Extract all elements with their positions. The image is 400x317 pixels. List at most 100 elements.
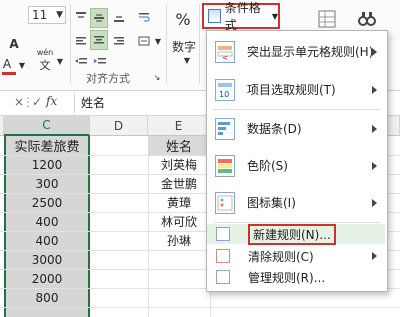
phonetic-dropdown-icon[interactable]: ▼ — [56, 56, 64, 66]
menu-item-highlight-rules[interactable]: < 突出显示单元格规则(H) — [207, 33, 385, 70]
table-cell[interactable]: 2500 — [6, 193, 88, 212]
phonetic-icon[interactable]: wén 文 — [34, 47, 56, 72]
grid-line — [0, 307, 400, 308]
font-color-dropdown-icon[interactable]: ▼ — [18, 60, 26, 70]
percent-label: % — [175, 9, 191, 29]
highlight-rules-icon: < — [215, 40, 235, 63]
number-format-button[interactable]: 数字 — [170, 38, 198, 54]
table-cell[interactable]: 刘英梅 — [148, 155, 210, 174]
align-middle-svg — [94, 14, 104, 22]
wen-char: 文 — [39, 58, 51, 72]
submenu-arrow-icon — [372, 161, 377, 170]
formula-value: 姓名 — [81, 96, 106, 110]
icon-sets-icon — [215, 191, 235, 214]
menu-item-label: 色阶(S) — [247, 159, 288, 173]
table-cell[interactable]: 400 — [6, 212, 88, 231]
align-middle-icon[interactable] — [90, 8, 108, 28]
align-center-icon[interactable] — [90, 30, 108, 50]
e-header-text: 姓名 — [165, 140, 192, 155]
cell-value: 3000 — [31, 252, 63, 267]
find-select-svg — [358, 12, 376, 26]
table-cell[interactable]: 林可欣 — [148, 212, 210, 231]
menu-item-top-bottom-rules[interactable]: 10 项目选取规则(T) — [207, 71, 385, 108]
table-cell[interactable]: 300 — [6, 174, 88, 193]
dialog-launcher-icon[interactable]: ↘ — [152, 72, 162, 82]
number-dropdown-icon[interactable]: ▼ — [182, 55, 192, 65]
merge-dropdown-icon[interactable]: ▼ — [154, 36, 162, 46]
align-bottom-icon[interactable] — [111, 8, 127, 26]
column-c-label: C — [42, 118, 51, 132]
table-cell[interactable]: 2000 — [6, 269, 88, 288]
cell-value: 400 — [35, 233, 59, 248]
find-select-icon[interactable] — [354, 6, 380, 32]
formula-input[interactable]: 姓名 — [74, 93, 211, 113]
menu-item-label: 项目选取规则(T) — [247, 83, 336, 97]
phonetic-label: wén — [36, 47, 54, 57]
highlight-rules-svg: < — [217, 45, 233, 62]
new-rule-label-box: 新建规则(N)... — [248, 223, 336, 245]
menu-item-color-scales[interactable]: 色阶(S) — [207, 147, 385, 184]
icon-sets-svg — [217, 195, 233, 210]
decrease-font-icon[interactable]: A — [0, 56, 14, 72]
column-e-label: E — [174, 118, 183, 133]
submenu-arrow-icon — [372, 124, 377, 133]
cell-value: 孙琳 — [166, 234, 191, 248]
color-scales-svg — [218, 158, 232, 173]
header-cell-e[interactable]: 姓名 — [148, 136, 210, 155]
percent-button[interactable]: % — [170, 6, 196, 32]
table-cell[interactable]: 3000 — [6, 250, 88, 269]
font-size-combo[interactable]: 11 ▼ — [28, 6, 66, 24]
font-size-value: 11 — [32, 8, 48, 22]
font-color-a: A — [2, 57, 12, 71]
ribbon-separator — [70, 4, 71, 84]
column-d-label: D — [113, 118, 124, 133]
align-group-label: 对齐方式 — [86, 72, 130, 85]
cancel-icon[interactable]: × — [14, 95, 24, 109]
indent-increase-icon[interactable] — [92, 54, 108, 70]
table-cell[interactable]: 1200 — [6, 155, 88, 174]
cell-value: 刘英梅 — [160, 158, 197, 172]
insert-cells-icon[interactable] — [314, 6, 340, 32]
table-cell[interactable]: 400 — [6, 231, 88, 250]
wrap-text-icon[interactable] — [136, 8, 152, 26]
cell-value: 金世鹏 — [160, 177, 197, 191]
menu-item-manage-rules[interactable]: 管理规则(R)... — [207, 267, 385, 287]
conditional-format-label: 条件格式 — [224, 1, 261, 32]
menu-item-data-bars[interactable]: 数据条(D) — [207, 110, 385, 147]
svg-text:10: 10 — [219, 90, 229, 99]
table-cell[interactable]: 800 — [6, 288, 88, 307]
ribbon-separator — [199, 4, 200, 84]
conditional-format-button[interactable]: 条件格式 ▼ — [202, 1, 280, 32]
svg-text:<: < — [222, 54, 228, 62]
conditional-format-icon — [208, 9, 221, 23]
menu-item-icon-sets[interactable]: 图标集(I) — [207, 184, 385, 221]
confirm-icon[interactable]: ✓ — [32, 95, 42, 109]
align-top-svg — [76, 12, 86, 18]
align-left-icon[interactable] — [73, 32, 89, 50]
menu-item-label: 管理规则(R)... — [248, 270, 326, 285]
column-header-e[interactable]: E — [148, 116, 210, 136]
menu-item-new-rule[interactable]: 新建规则(N)... — [207, 223, 385, 245]
align-right-icon[interactable] — [111, 32, 127, 50]
wrap-text-svg — [139, 13, 150, 22]
conditional-format-menu: < 突出显示单元格规则(H) 10 项目选取规则(T) 数据条(D) 色阶(S)… — [206, 30, 388, 292]
column-header-d[interactable]: D — [90, 116, 148, 136]
table-cell[interactable]: 黄璋 — [148, 193, 210, 212]
table-cell[interactable]: 金世鹏 — [148, 174, 210, 193]
fx-button[interactable]: fx — [46, 94, 57, 108]
header-cell-c[interactable]: 实际差旅费 — [6, 136, 88, 155]
cell-value: 1200 — [31, 157, 63, 172]
column-header-c[interactable]: C — [4, 116, 90, 136]
cell-value: 400 — [35, 214, 59, 229]
cell-value: 800 — [35, 290, 59, 305]
top-bottom-rules-svg: 10 — [218, 82, 232, 99]
cell-value: 2000 — [31, 271, 63, 286]
merge-center-icon[interactable] — [136, 32, 152, 50]
increase-font-icon[interactable]: A — [6, 36, 22, 52]
indent-decrease-icon[interactable] — [73, 54, 89, 70]
indent-increase-svg — [94, 58, 106, 64]
menu-item-label: 图标集(I) — [247, 196, 296, 210]
menu-item-clear-rules[interactable]: 清除规则(C) — [207, 246, 385, 266]
table-cell[interactable]: 孙琳 — [148, 231, 210, 250]
align-top-icon[interactable] — [73, 8, 89, 26]
